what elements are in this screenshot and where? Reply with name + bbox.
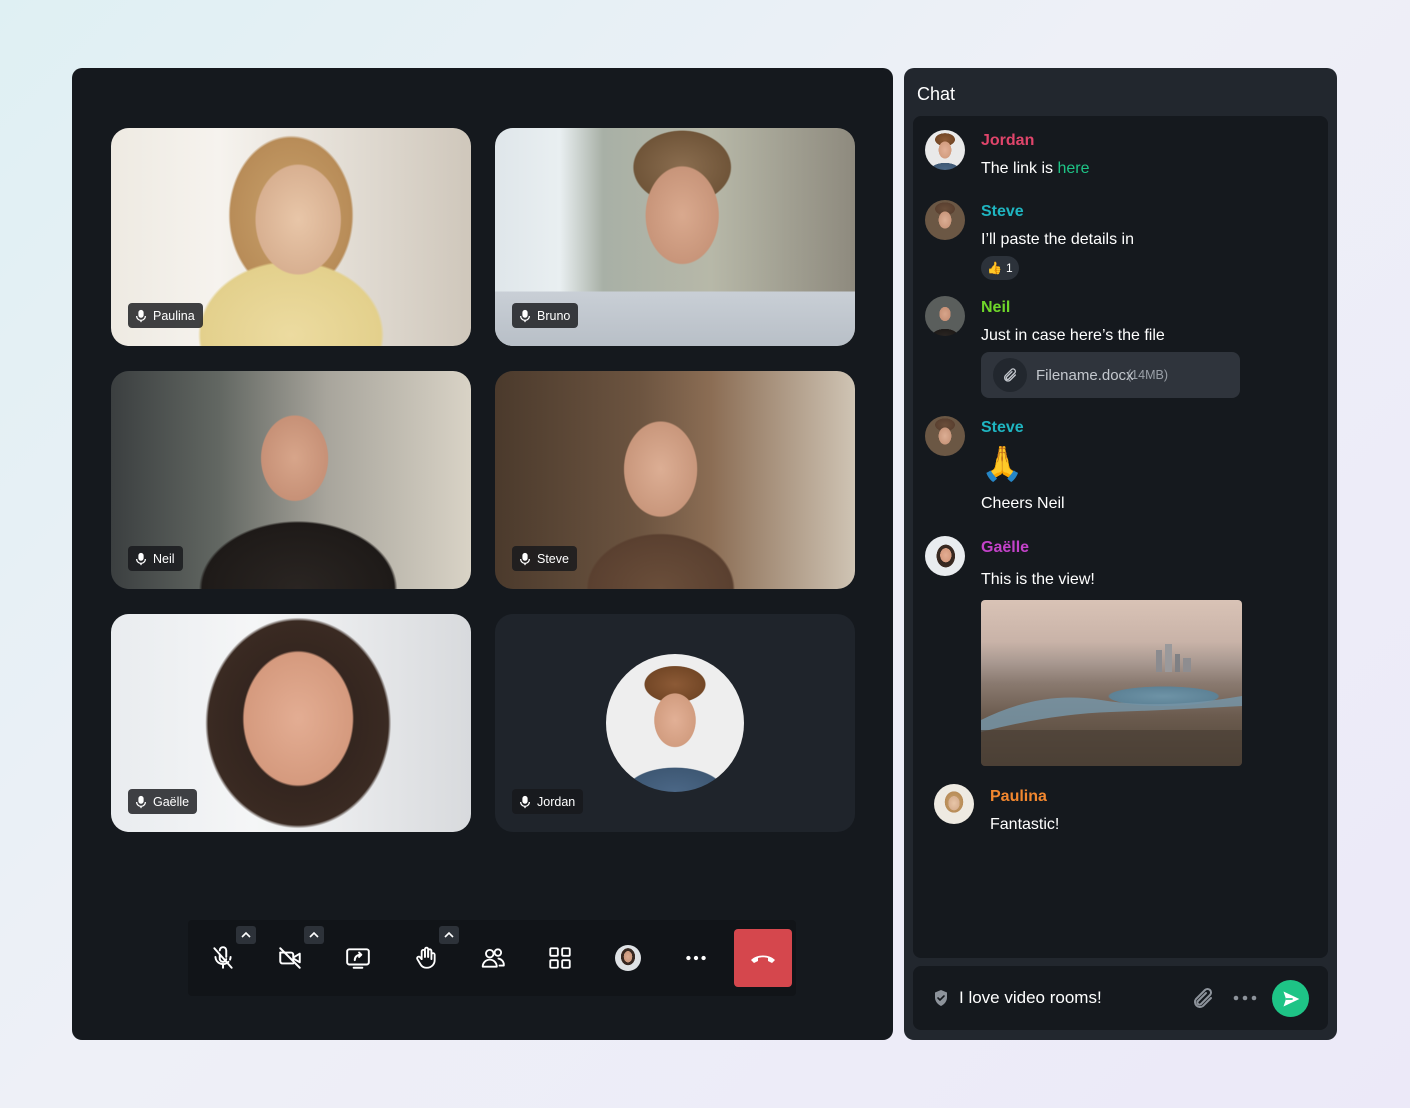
call-panel: Paulina Bruno Neil Steve Gaëlle Jordan bbox=[72, 68, 893, 1040]
microphone-icon bbox=[135, 795, 147, 808]
mic-off-icon bbox=[213, 946, 233, 969]
message-text: The link is here bbox=[981, 160, 1090, 178]
participants-button[interactable] bbox=[471, 936, 515, 980]
message-text-prefix: The link is bbox=[981, 160, 1058, 177]
message-text: Fantastic! bbox=[990, 816, 1060, 833]
message-text: This is the view! bbox=[981, 571, 1095, 588]
file-attachment[interactable]: Filename.docx (14MB) bbox=[981, 352, 1240, 398]
avatar bbox=[615, 945, 641, 971]
hangup-button[interactable] bbox=[734, 929, 792, 987]
grid-icon bbox=[549, 947, 571, 969]
participant-name-pill: Paulina bbox=[128, 303, 203, 328]
participant-name: Gaëlle bbox=[153, 794, 190, 809]
thumbs-up-icon: 👍 bbox=[987, 261, 1002, 275]
paperclip-icon[interactable] bbox=[1191, 986, 1215, 1010]
microphone-icon bbox=[519, 795, 531, 808]
avatar[interactable] bbox=[925, 416, 965, 456]
microphone-icon bbox=[135, 309, 147, 322]
chevron-up-icon bbox=[241, 931, 251, 938]
participant-name: Neil bbox=[153, 551, 175, 566]
send-button[interactable] bbox=[1272, 980, 1309, 1017]
message-sender[interactable]: Jordan bbox=[981, 132, 1034, 150]
chevron-up-icon bbox=[444, 931, 454, 938]
participant-name-pill: Bruno bbox=[512, 303, 579, 328]
participant-name-pill: Steve bbox=[512, 546, 577, 571]
folded-hands-emoji: 🙏 bbox=[981, 445, 1024, 483]
participant-name: Bruno bbox=[537, 308, 571, 323]
people-icon bbox=[481, 948, 505, 968]
video-off-icon bbox=[279, 947, 301, 969]
avatar[interactable] bbox=[934, 784, 974, 824]
camera-options-button[interactable] bbox=[304, 926, 324, 944]
message-text: Just in case here’s the file bbox=[981, 327, 1165, 344]
avatar[interactable] bbox=[925, 536, 965, 576]
message-sender[interactable]: Gaëlle bbox=[981, 539, 1029, 557]
more-options-button[interactable] bbox=[674, 936, 718, 980]
participant-avatar bbox=[606, 654, 744, 792]
self-avatar-button[interactable] bbox=[606, 936, 650, 980]
share-screen-button[interactable] bbox=[336, 936, 380, 980]
message-sender[interactable]: Steve bbox=[981, 419, 1024, 437]
avatar[interactable] bbox=[925, 296, 965, 336]
reaction-count: 1 bbox=[1005, 261, 1013, 275]
share-screen-icon bbox=[346, 948, 370, 969]
send-icon bbox=[1283, 991, 1299, 1006]
participant-name: Steve bbox=[537, 551, 569, 566]
avatar[interactable] bbox=[925, 130, 965, 170]
image-attachment[interactable] bbox=[981, 600, 1242, 766]
file-size: (14MB) bbox=[1127, 368, 1168, 382]
message-sender[interactable]: Paulina bbox=[990, 788, 1047, 806]
microphone-icon bbox=[135, 552, 147, 565]
video-tile-bruno[interactable]: Bruno bbox=[495, 128, 855, 346]
chat-panel: Chat Jordan The link is here Steve I’ll … bbox=[904, 68, 1337, 1040]
message-composer bbox=[913, 966, 1328, 1030]
message-sender[interactable]: Steve bbox=[981, 203, 1024, 221]
video-tile-gaelle[interactable]: Gaëlle bbox=[111, 614, 471, 832]
city-view-image bbox=[981, 644, 1242, 766]
video-tile-jordan[interactable]: Jordan bbox=[495, 614, 855, 832]
video-tile-paulina[interactable]: Paulina bbox=[111, 128, 471, 346]
chat-message-list[interactable]: Jordan The link is here Steve I’ll paste… bbox=[913, 116, 1328, 958]
message-sender[interactable]: Neil bbox=[981, 299, 1010, 317]
message-link[interactable]: here bbox=[1057, 160, 1089, 177]
chat-title: Chat bbox=[917, 84, 956, 104]
microphone-icon bbox=[519, 309, 531, 322]
participant-name: Paulina bbox=[153, 308, 195, 323]
message-text: Cheers Neil bbox=[981, 495, 1065, 512]
video-tile-steve[interactable]: Steve bbox=[495, 371, 855, 589]
mic-options-button[interactable] bbox=[236, 926, 256, 944]
more-icon bbox=[686, 955, 706, 961]
microphone-icon bbox=[519, 552, 531, 565]
reaction-badge[interactable]: 👍 1 bbox=[981, 256, 1019, 280]
message-text: I’ll paste the details in bbox=[981, 231, 1134, 248]
hand-options-button[interactable] bbox=[439, 926, 459, 944]
hangup-icon bbox=[751, 955, 775, 963]
participant-name-pill: Gaëlle bbox=[128, 789, 198, 814]
chevron-up-icon bbox=[309, 931, 319, 938]
raise-hand-icon bbox=[416, 946, 436, 969]
avatar[interactable] bbox=[925, 200, 965, 240]
message-input[interactable] bbox=[959, 985, 1179, 1011]
file-name: Filename.docx bbox=[1036, 366, 1134, 384]
call-toolbar bbox=[188, 920, 796, 996]
shield-icon bbox=[935, 990, 947, 1006]
paperclip-icon bbox=[993, 358, 1027, 392]
layout-grid-button[interactable] bbox=[538, 936, 582, 980]
participant-name-pill: Jordan bbox=[512, 789, 584, 814]
participant-name: Jordan bbox=[537, 794, 576, 809]
participant-name-pill: Neil bbox=[128, 546, 183, 571]
more-icon[interactable] bbox=[1231, 992, 1259, 1004]
video-tile-neil[interactable]: Neil bbox=[111, 371, 471, 589]
